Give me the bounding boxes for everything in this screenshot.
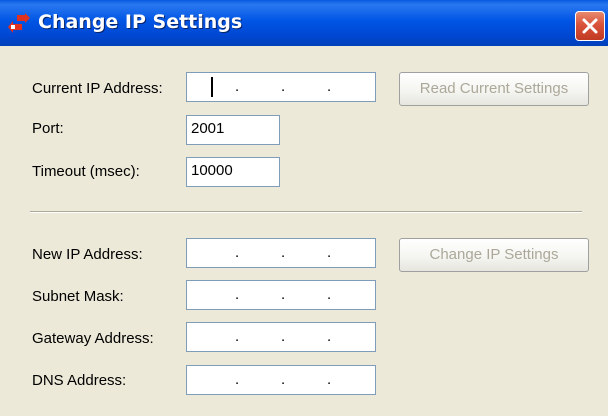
new-ip-input[interactable]: . . . <box>186 238 376 268</box>
timeout-label: Timeout (msec): <box>32 163 140 180</box>
ip-separator: . <box>235 371 240 388</box>
ip-separator: . <box>327 244 332 261</box>
port-input[interactable]: 2001 <box>186 115 280 145</box>
dialog-title: Change IP Settings <box>38 11 243 33</box>
gateway-address-input[interactable]: . . . <box>186 322 376 352</box>
timeout-input[interactable]: 10000 <box>186 157 280 187</box>
dns-address-input[interactable]: . . . <box>186 365 376 395</box>
ip-separator: . <box>281 286 286 303</box>
ip-separator: . <box>235 244 240 261</box>
current-ip-input[interactable]: . . . <box>186 72 376 102</box>
title-bar[interactable]: Change IP Settings <box>0 0 608 46</box>
ip-separator: . <box>281 371 286 388</box>
read-current-settings-button[interactable]: Read Current Settings <box>399 72 589 106</box>
ip-separator: . <box>235 286 240 303</box>
text-caret <box>211 77 213 97</box>
section-divider <box>30 211 582 213</box>
change-ip-settings-dialog: Change IP Settings Current IP Address: .… <box>0 0 608 416</box>
ip-separator: . <box>281 328 286 345</box>
close-icon <box>582 18 598 34</box>
ip-separator: . <box>327 286 332 303</box>
ip-separator: . <box>281 78 286 95</box>
current-ip-label: Current IP Address: <box>32 80 163 97</box>
new-ip-label: New IP Address: <box>32 246 143 263</box>
ip-separator: . <box>235 78 240 95</box>
dns-address-label: DNS Address: <box>32 372 127 389</box>
change-ip-settings-button[interactable]: Change IP Settings <box>399 238 589 272</box>
ip-separator: . <box>327 371 332 388</box>
ip-separator: . <box>327 328 332 345</box>
gateway-address-label: Gateway Address: <box>32 330 154 347</box>
ip-separator: . <box>235 328 240 345</box>
subnet-mask-input[interactable]: . . . <box>186 280 376 310</box>
network-arrows-icon <box>8 13 30 33</box>
close-button[interactable] <box>575 11 605 41</box>
port-label: Port: <box>32 120 64 137</box>
ip-separator: . <box>327 78 332 95</box>
subnet-mask-label: Subnet Mask: <box>32 288 124 305</box>
ip-separator: . <box>281 244 286 261</box>
